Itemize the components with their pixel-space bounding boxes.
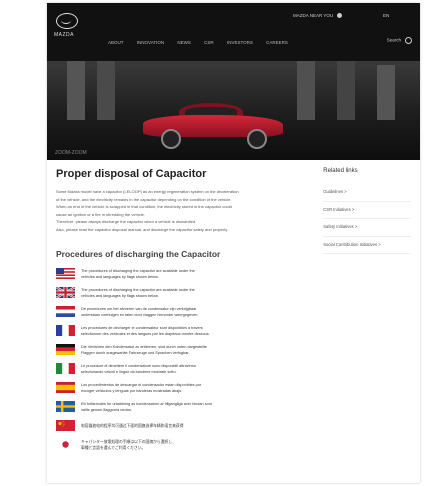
nav-news[interactable]: NEWS xyxy=(177,40,191,45)
de-flag-icon xyxy=(56,344,75,355)
intro-line: Some Mazda model have a capacitor (i-ELO… xyxy=(56,189,239,194)
procedure-item-us[interactable]: The procedures of discharging the capaci… xyxy=(56,265,295,282)
page: MAZDA MAZDA NEAR YOU EN ABOUT INNOVATION… xyxy=(47,3,420,483)
procedure-text: De procedures om het afvoeren van de con… xyxy=(81,306,198,318)
mazda-logo[interactable]: MAZDA xyxy=(54,13,80,38)
procedure-text: キャパシター放電処理の手順は以下の国旗から選択し、 車種と言語を選んでご利用くださ… xyxy=(81,439,176,451)
related-link-csr[interactable]: CSR Initiatives > xyxy=(323,202,411,219)
hero-building xyxy=(377,65,395,120)
procedure-text: Los procedimientos de descargar el conde… xyxy=(81,382,201,394)
hero-banner: ZOOM-ZOOM xyxy=(47,61,420,160)
intro-line: Therefore, please always discharge the c… xyxy=(56,219,197,224)
hero-car-image xyxy=(143,103,283,149)
main-nav: ABOUT INNOVATION NEWS CSR INVESTORS CARE… xyxy=(108,40,300,45)
near-you-label: MAZDA NEAR YOU xyxy=(293,13,334,18)
procedure-line: The procedures of discharging the capaci… xyxy=(81,287,195,292)
procedure-item-fr[interactable]: Les procedures de decharger le condensat… xyxy=(56,322,295,339)
procedure-item-uk[interactable]: The procedures of discharging the capaci… xyxy=(56,284,295,301)
procedure-item-se[interactable]: Ett forfarandes for urladdning av konden… xyxy=(56,398,295,415)
procedure-text: Le procedure di dimettere il condensator… xyxy=(81,363,196,375)
procedure-text: Les procedures de decharger le condensat… xyxy=(81,325,210,337)
procedure-text: Ett forfarandes for urladdning av konden… xyxy=(81,401,212,413)
procedure-text: The procedures of discharging the capaci… xyxy=(81,287,195,299)
hero-building xyxy=(97,61,115,120)
search-button[interactable]: Search xyxy=(387,37,412,44)
procedure-line: Le procedure di dimettere il condensator… xyxy=(81,363,197,368)
jp-flag-icon xyxy=(56,439,75,450)
procedure-item-de[interactable]: Die Verfahren den Kondensator zu entleer… xyxy=(56,341,295,358)
intro-line: Also, please read the capacitor disposal… xyxy=(56,226,229,232)
procedure-line: selezionando veicoli e lingue da bandier… xyxy=(81,369,177,374)
site-header: MAZDA MAZDA NEAR YOU EN ABOUT INNOVATION… xyxy=(47,3,420,61)
procedure-line: vallts genom flaggorna nedan. xyxy=(81,407,132,412)
intro-line: cause an ignition or a fire in shredding… xyxy=(56,211,145,217)
nav-about[interactable]: ABOUT xyxy=(108,40,124,45)
nav-innovation[interactable]: INNOVATION xyxy=(137,40,164,45)
es-flag-icon xyxy=(56,382,75,393)
uk-flag-icon xyxy=(56,287,75,298)
nav-investors[interactable]: INVESTORS xyxy=(227,40,253,45)
procedure-line: Die Verfahren den Kondensator zu entleer… xyxy=(81,344,208,349)
procedure-line: vehicles and languages by flags shown be… xyxy=(81,293,159,298)
procedure-line: Los procedimientos de descargar el conde… xyxy=(81,382,202,387)
hero-building xyxy=(297,61,315,120)
procedure-line: キャパシター放電処理の手順は以下の国旗から選択し、 xyxy=(81,439,176,444)
hero-building xyxy=(67,61,85,120)
procedure-line: Flaggen durch ausgewahlte Fahrzeuge und … xyxy=(81,350,190,355)
nav-csr[interactable]: CSR xyxy=(204,40,214,45)
procedure-text: 电容器放电的程序均可通过下面的国旗选择车辆和语言来获得 xyxy=(81,423,184,429)
hero-caption: ZOOM-ZOOM xyxy=(55,150,87,156)
procedure-line: escoger vehiculos y lenguas por banderas… xyxy=(81,388,183,393)
procedure-line: The procedures of discharging the capaci… xyxy=(81,268,195,273)
it-flag-icon xyxy=(56,363,75,374)
main-area: Proper disposal of Capacitor Some Mazda … xyxy=(47,160,420,455)
procedure-item-it[interactable]: Le procedure di dimettere il condensator… xyxy=(56,360,295,377)
procedure-line: 車種と言語を選んでご利用ください。 xyxy=(81,445,146,450)
procedure-text: Die Verfahren den Kondensator zu entleer… xyxy=(81,344,207,356)
intro-line: of the vehicle, and the electricity rema… xyxy=(56,196,232,202)
content-column: Proper disposal of Capacitor Some Mazda … xyxy=(56,168,295,455)
procedure-item-jp[interactable]: キャパシター放電処理の手順は以下の国旗から選択し、 車種と言語を選んでご利用くださ… xyxy=(56,436,295,453)
procedure-item-es[interactable]: Los procedimientos de descargar el conde… xyxy=(56,379,295,396)
related-links-title: Related links xyxy=(323,168,358,174)
nl-flag-icon xyxy=(56,306,75,317)
language-selector[interactable]: EN xyxy=(383,13,389,18)
procedures-title: Procedures of discharging the Capacitor xyxy=(56,249,221,259)
fr-flag-icon xyxy=(56,325,75,336)
search-icon xyxy=(405,37,412,44)
procedure-text: The procedures of discharging the capaci… xyxy=(81,268,195,280)
procedure-line: Ett forfarandes for urladdning av konden… xyxy=(81,401,212,406)
us-flag-icon xyxy=(56,268,75,279)
related-link-guidelines[interactable]: Guidelines > xyxy=(323,184,411,202)
procedure-line: onderstaan voertuigen en talen door vlag… xyxy=(81,312,199,317)
procedure-line: Les procedures de decharger le condensat… xyxy=(81,325,203,330)
related-link-social[interactable]: Social Contribution Initiatives > xyxy=(323,237,411,254)
procedure-item-nl[interactable]: De procedures om het afvoeren van de con… xyxy=(56,303,295,320)
procedure-line: De procedures om het afvoeren van de con… xyxy=(81,306,197,311)
related-link-safety[interactable]: Safety Initiatives > xyxy=(323,219,411,237)
mazda-logo-icon xyxy=(56,13,78,29)
related-links-sidebar: Related links Guidelines > CSR Initiativ… xyxy=(323,168,411,455)
mazda-near-you-link[interactable]: MAZDA NEAR YOU xyxy=(293,13,343,19)
procedure-line: selectionner des vehicules et des langue… xyxy=(81,331,210,336)
procedure-item-cn[interactable]: 电容器放电的程序均可通过下面的国旗选择车辆和语言来获得 xyxy=(56,417,295,434)
intro-line: When an end of the vehicle is scrapped i… xyxy=(56,204,232,209)
nav-careers[interactable]: CAREERS xyxy=(266,40,288,45)
cn-flag-icon xyxy=(56,420,75,431)
intro-text: Some Mazda model have a capacitor (i-ELO… xyxy=(56,188,295,233)
hero-building xyxy=(337,61,355,120)
procedure-line: 电容器放电的程序均可通过下面的国旗选择车辆和语言来获得 xyxy=(81,423,184,428)
globe-icon xyxy=(337,13,343,19)
search-label: Search xyxy=(386,37,401,43)
page-title: Proper disposal of Capacitor xyxy=(56,168,207,180)
logo-wordmark: MAZDA xyxy=(54,32,74,38)
se-flag-icon xyxy=(56,401,75,412)
procedure-line: vehicles and languages by flags shown be… xyxy=(81,274,159,279)
